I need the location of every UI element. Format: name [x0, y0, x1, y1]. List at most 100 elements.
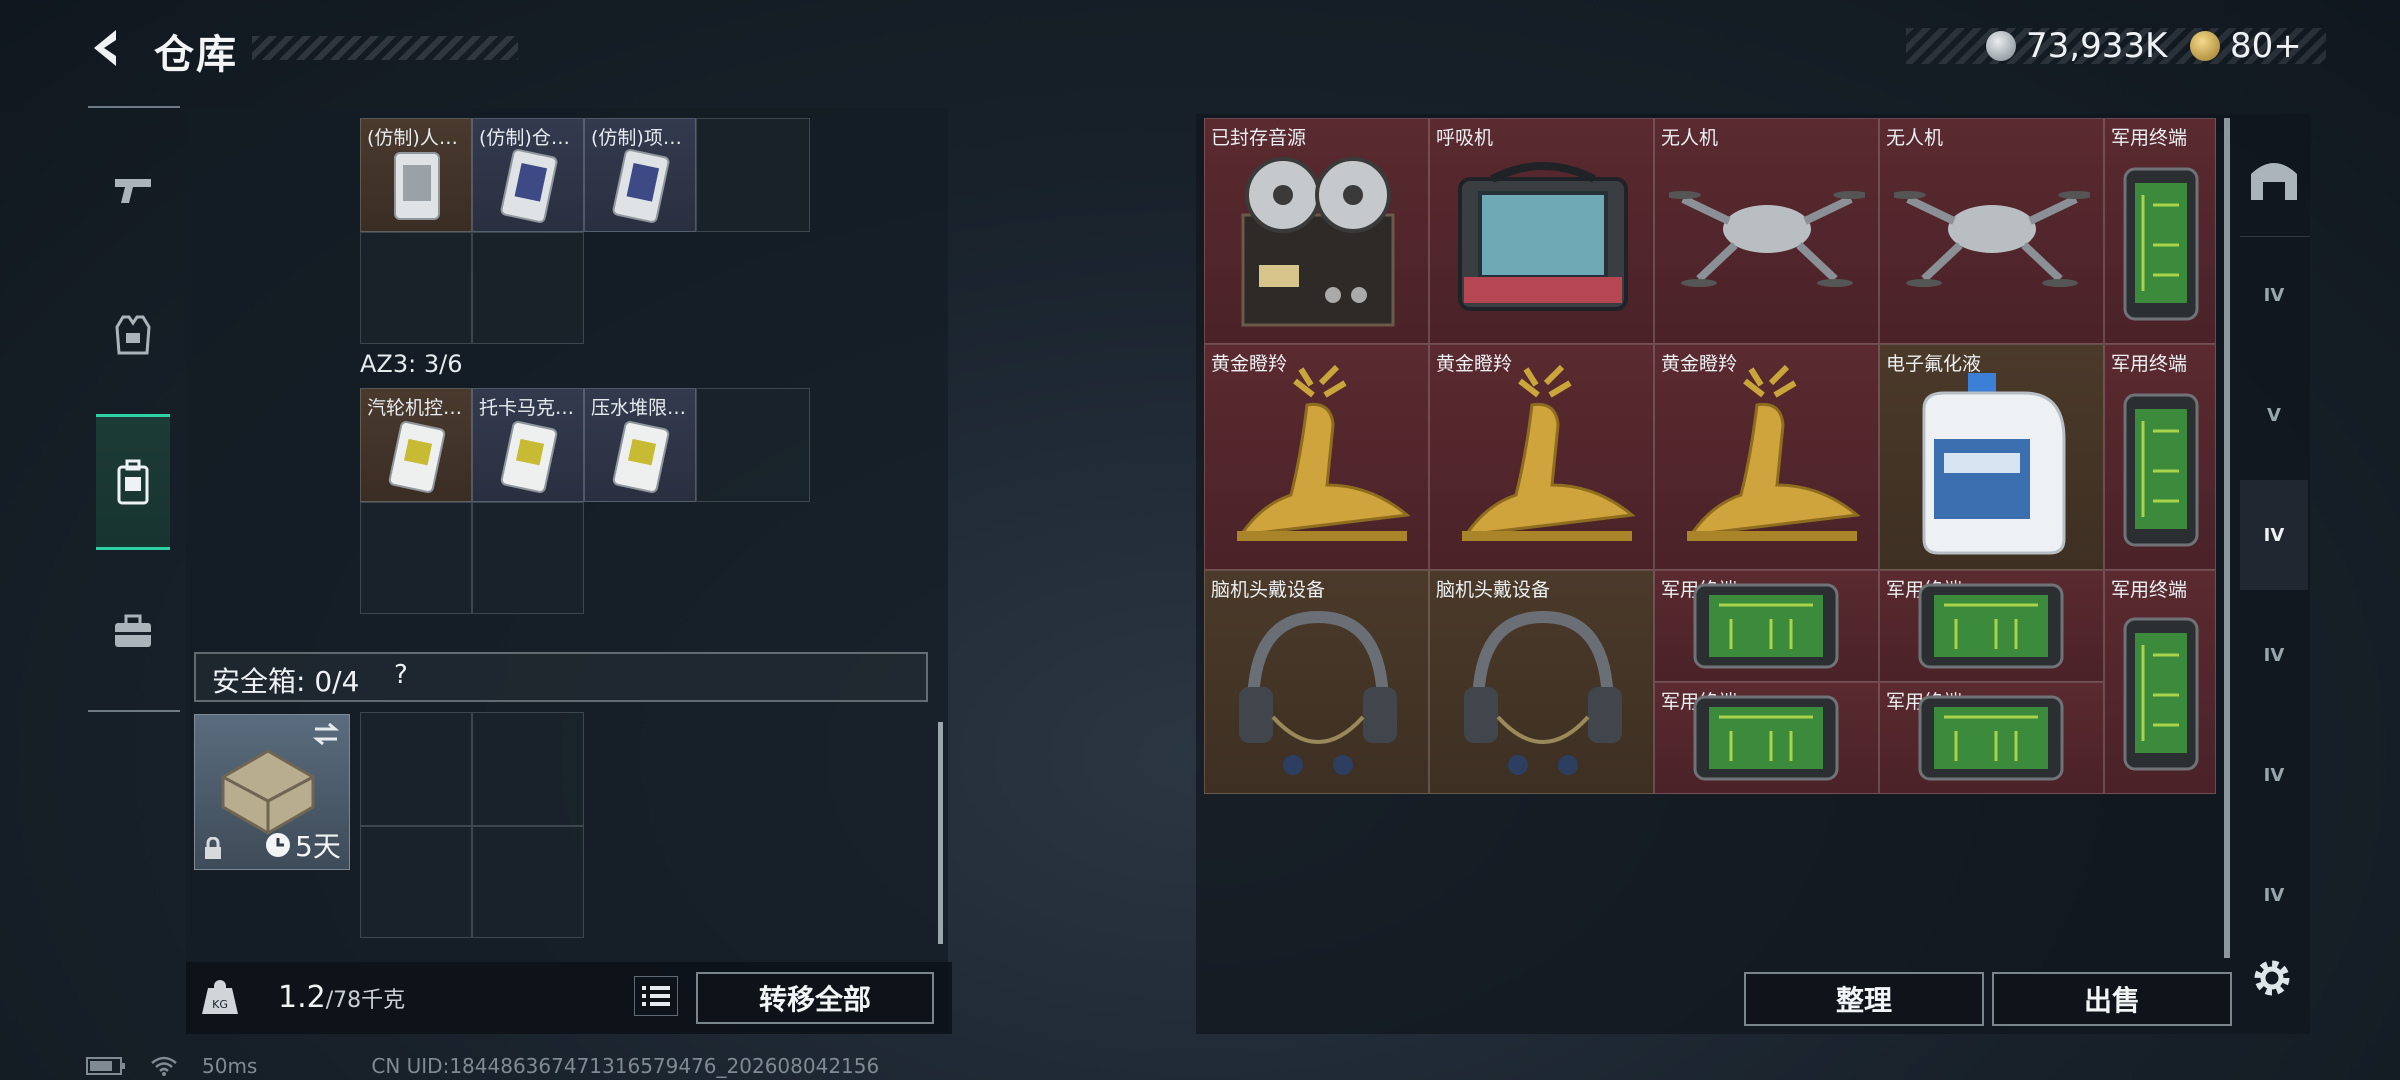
item-cell[interactable]: 军用终端: [1654, 570, 1879, 682]
help-icon[interactable]: ?: [394, 660, 422, 690]
drone-icon: [1669, 191, 1865, 287]
empty-slot[interactable]: [472, 232, 584, 344]
weight-max: /78千克: [325, 988, 406, 1013]
storage-tab-7[interactable]: IV: [2240, 840, 2308, 950]
item-cell[interactable]: 黄金瞪羚: [1654, 344, 1879, 570]
military-terminal-icon: [2123, 167, 2199, 321]
empty-slot[interactable]: [360, 826, 472, 938]
silver-currency: 73,933K: [1986, 26, 2167, 66]
empty-slot[interactable]: [472, 712, 584, 826]
storage-tab-label: IV: [2263, 524, 2285, 546]
title-decoration: [252, 36, 518, 60]
keycard-icon: [500, 421, 558, 493]
sort-button[interactable]: 整理: [1744, 972, 1984, 1026]
item-cell[interactable]: 黄金瞪羚: [1204, 344, 1429, 570]
empty-slot[interactable]: [472, 826, 584, 938]
page-title: 仓库: [154, 32, 238, 78]
item-cell[interactable]: (仿制)人…: [360, 118, 472, 232]
item-label: 呼吸机: [1436, 127, 1494, 149]
storage-tab-2[interactable]: IV: [2240, 240, 2308, 350]
gold-coin-icon: [2190, 31, 2220, 61]
status-footer: 50ms CN UID:18448636747131657947​6_20260…: [86, 1054, 879, 1078]
sell-button[interactable]: 出售: [1992, 972, 2232, 1026]
right-scrollbar[interactable]: [2224, 118, 2230, 958]
item-cell[interactable]: (仿制)仓…: [472, 118, 584, 232]
silver-coin-icon: [1986, 31, 2016, 61]
storage-tab-label: IV: [2263, 884, 2285, 906]
wifi-icon: [151, 1056, 177, 1076]
item-cell[interactable]: 脑机头戴设备: [1204, 570, 1429, 794]
military-terminal-icon: [1693, 583, 1839, 669]
item-cell[interactable]: 军用终端: [2104, 344, 2216, 570]
item-cell[interactable]: 黄金瞪羚: [1429, 344, 1654, 570]
weight-icon: KG: [202, 980, 238, 1014]
military-terminal-icon: [1918, 583, 2064, 669]
item-cell[interactable]: 无人机: [1879, 118, 2104, 344]
item-cell[interactable]: 托卡马克…: [472, 388, 584, 502]
backpack-icon: [117, 459, 149, 505]
military-terminal-icon: [1693, 695, 1839, 781]
settings-gear-icon[interactable]: [2250, 956, 2294, 1000]
gold-amount: 80+: [2230, 26, 2302, 66]
garage-icon: [2251, 163, 2297, 200]
item-cell[interactable]: 军用终端: [1654, 682, 1879, 794]
battery-icon: [86, 1057, 125, 1075]
item-label: (仿制)项…: [591, 127, 682, 149]
item-label: 军用终端: [2111, 579, 2188, 601]
nav-backpack-tab[interactable]: [96, 414, 170, 550]
document-card-icon: [612, 149, 670, 223]
item-cell[interactable]: 汽轮机控…: [360, 388, 472, 502]
storage-tab-3[interactable]: V: [2240, 360, 2308, 470]
item-cell[interactable]: 脑机头戴设备: [1429, 570, 1654, 794]
weight-current: 1.2: [278, 980, 326, 1015]
safe-box-timer: 5天: [295, 830, 341, 863]
empty-slot[interactable]: [696, 388, 810, 502]
storage-tab-5[interactable]: IV: [2240, 600, 2308, 710]
transfer-all-button[interactable]: 转移全部: [696, 972, 934, 1024]
storage-tab-4[interactable]: IV: [2240, 480, 2308, 590]
brain-headset-icon: [1464, 610, 1622, 775]
list-view-button[interactable]: [634, 976, 678, 1016]
tab-divider: [2240, 236, 2310, 237]
item-cell[interactable]: 电子氟化液: [1879, 344, 2104, 570]
item-cell[interactable]: 压水堆限…: [584, 388, 696, 502]
empty-slot[interactable]: [472, 502, 584, 614]
safe-box-item[interactable]: 5天: [194, 714, 350, 870]
item-label: 汽轮机控…: [367, 397, 463, 419]
empty-slot[interactable]: [360, 232, 472, 344]
item-cell[interactable]: (仿制)项…: [584, 118, 696, 232]
nav-divider: [88, 106, 180, 108]
golden-gazelle-icon: [1687, 365, 1861, 541]
storage-tab-home[interactable]: [2240, 124, 2308, 234]
list-icon: [642, 986, 670, 1006]
military-terminal-icon: [2123, 393, 2199, 547]
ping-value: 50ms: [202, 1054, 258, 1078]
silver-amount: 73,933K: [2026, 26, 2168, 66]
empty-slot[interactable]: [360, 502, 472, 614]
empty-slot[interactable]: [696, 118, 810, 232]
ventilator-icon: [1458, 162, 1628, 311]
item-cell[interactable]: 已封存音源: [1204, 118, 1429, 344]
document-card-icon: [500, 149, 558, 223]
keycard-icon: [612, 421, 670, 493]
storage-tab-6[interactable]: IV: [2240, 720, 2308, 830]
storage-tab-label: IV: [2263, 644, 2285, 666]
item-cell[interactable]: 军用终端: [1879, 682, 2104, 794]
item-cell[interactable]: 呼吸机: [1429, 118, 1654, 344]
carry-weight: 1.2/78千克: [278, 980, 405, 1015]
nav-armor-tab[interactable]: [96, 270, 170, 400]
nav-case-tab[interactable]: [96, 566, 170, 696]
safe-box-label: 安全箱: 0/4: [212, 665, 360, 698]
drone-icon: [1894, 191, 2090, 287]
empty-slot[interactable]: [360, 712, 472, 826]
user-uid: CN UID:18448636747131657947​6_2026080421…: [371, 1054, 880, 1078]
nav-divider: [88, 710, 180, 712]
item-cell[interactable]: 无人机: [1654, 118, 1879, 344]
item-cell[interactable]: 军用终端: [2104, 118, 2216, 344]
item-cell[interactable]: 军用终端: [1879, 570, 2104, 682]
item-cell[interactable]: 军用终端: [2104, 570, 2216, 794]
nav-weapon-tab[interactable]: [96, 124, 170, 254]
left-scrollbar[interactable]: [938, 722, 943, 944]
back-arrow-icon[interactable]: [86, 26, 130, 70]
military-terminal-icon: [1918, 695, 2064, 781]
